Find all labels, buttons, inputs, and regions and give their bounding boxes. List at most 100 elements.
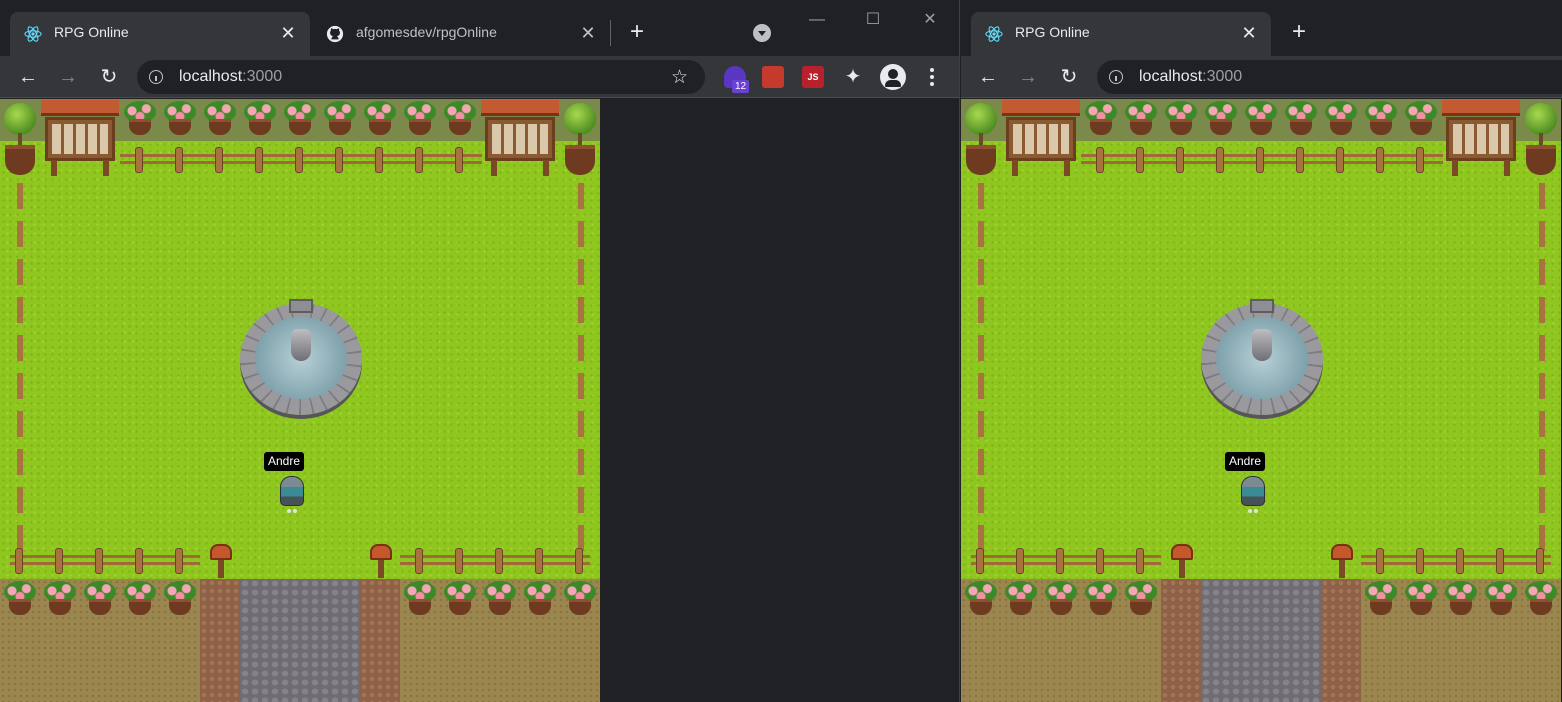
address-bar[interactable]: localhost:3000 ☆ — [137, 60, 705, 94]
flower-pot — [1483, 581, 1519, 617]
flower-pot — [202, 101, 238, 137]
forward-icon[interactable]: → — [1015, 64, 1041, 90]
fence-post — [1496, 548, 1504, 574]
fence-post — [1416, 548, 1424, 574]
flower-pot — [1243, 101, 1279, 137]
react-favicon — [24, 26, 42, 42]
brick-path — [200, 579, 240, 702]
mailbox — [1171, 544, 1193, 580]
flower-pot — [282, 101, 318, 137]
back-icon[interactable]: ← — [15, 64, 41, 90]
stone-path — [1201, 579, 1321, 702]
extensions-puzzle-icon[interactable]: ✦ — [842, 66, 864, 88]
player-character[interactable]: Andre — [1222, 452, 1282, 514]
flower-pot — [122, 581, 158, 617]
tab-close-button[interactable]: ✕ — [578, 23, 598, 43]
fence-post — [455, 147, 463, 173]
tab-rpg-online[interactable]: RPG Online ✕ — [10, 12, 310, 56]
reload-icon[interactable]: ↻ — [1056, 64, 1082, 90]
fence-post — [1176, 147, 1184, 173]
fence-post — [215, 147, 223, 173]
player-character[interactable]: Andre — [261, 452, 321, 514]
flower-pot — [1083, 101, 1119, 137]
info-icon[interactable] — [149, 70, 163, 84]
tab-rpg-online[interactable]: RPG Online ✕ — [971, 12, 1271, 56]
flower-pot — [2, 581, 38, 617]
forward-icon[interactable]: → — [55, 64, 81, 90]
back-icon[interactable]: ← — [975, 64, 1001, 90]
new-tab-button[interactable]: + — [1286, 20, 1312, 46]
tab-github-repo[interactable]: afgomesdev/rpgOnline ✕ — [312, 12, 610, 56]
tab-title: afgomesdev/rpgOnline — [356, 24, 497, 40]
mailbox — [210, 544, 232, 580]
star-icon[interactable]: ☆ — [671, 66, 688, 89]
flower-pot — [1443, 581, 1479, 617]
fence-bottom-left — [10, 555, 200, 565]
fountain — [240, 299, 362, 419]
flower-pot — [1523, 581, 1559, 617]
fence-post — [1216, 147, 1224, 173]
fence-post — [535, 548, 543, 574]
fence-post — [455, 548, 463, 574]
fence-post — [1016, 548, 1024, 574]
tab-title: RPG Online — [1015, 24, 1090, 40]
player-nametag: Andre — [264, 452, 305, 471]
fence-post — [15, 548, 23, 574]
mailbox — [1331, 544, 1353, 580]
fence-post — [1376, 147, 1384, 173]
extension-js-icon[interactable]: JS — [802, 66, 824, 88]
tab-strip: RPG Online ✕ + — [961, 0, 1562, 56]
flower-pot — [562, 581, 598, 617]
fence-bottom-left — [971, 555, 1161, 565]
mailbox — [370, 544, 392, 580]
stone-path — [240, 579, 360, 702]
potted-tree — [1, 101, 39, 179]
tab-close-button[interactable]: ✕ — [1239, 23, 1259, 43]
notice-board — [1002, 100, 1080, 178]
tab-title: RPG Online — [54, 24, 129, 40]
maximize-button[interactable]: ☐ — [858, 8, 888, 32]
reload-icon[interactable]: ↻ — [96, 64, 122, 90]
game-canvas-right[interactable]: Andre — [961, 99, 1561, 702]
game-canvas-left[interactable]: Andre — [0, 99, 600, 702]
fence-post — [335, 147, 343, 173]
notice-board — [481, 100, 559, 178]
extension-badge: 12 — [732, 80, 750, 93]
address-bar[interactable]: localhost:3000 — [1097, 60, 1562, 94]
github-favicon — [326, 25, 344, 43]
flower-pot — [362, 101, 398, 137]
flower-pot — [1363, 581, 1399, 617]
flower-pot — [1163, 101, 1199, 137]
fence-left — [17, 183, 23, 559]
flower-pot — [1323, 101, 1359, 137]
fence-post — [1136, 548, 1144, 574]
tab-search-icon[interactable] — [753, 24, 771, 42]
fence-post — [1056, 548, 1064, 574]
new-tab-button[interactable]: + — [624, 20, 650, 46]
fence-post — [1296, 147, 1304, 173]
player-sprite — [1241, 476, 1265, 513]
flower-pot — [1403, 101, 1439, 137]
info-icon[interactable] — [1109, 70, 1123, 84]
flower-pot — [482, 581, 518, 617]
flower-pot — [42, 581, 78, 617]
fence-post — [976, 548, 984, 574]
fence-post — [95, 548, 103, 574]
fence-post — [175, 147, 183, 173]
flower-pot — [963, 581, 999, 617]
extension-icon[interactable] — [762, 66, 784, 88]
fence-right — [1539, 183, 1545, 559]
flower-pot — [162, 581, 198, 617]
fence-post — [1256, 147, 1264, 173]
fence-post — [1376, 548, 1384, 574]
menu-icon[interactable] — [928, 64, 936, 90]
potted-tree — [561, 101, 599, 179]
flower-pot — [322, 101, 358, 137]
profile-icon[interactable] — [880, 64, 906, 90]
brick-path — [1321, 579, 1361, 702]
flower-pot — [1003, 581, 1039, 617]
minimize-button[interactable]: — — [802, 8, 832, 32]
close-window-button[interactable]: ✕ — [915, 8, 945, 32]
fence-post — [415, 548, 423, 574]
tab-close-button[interactable]: ✕ — [278, 23, 298, 43]
